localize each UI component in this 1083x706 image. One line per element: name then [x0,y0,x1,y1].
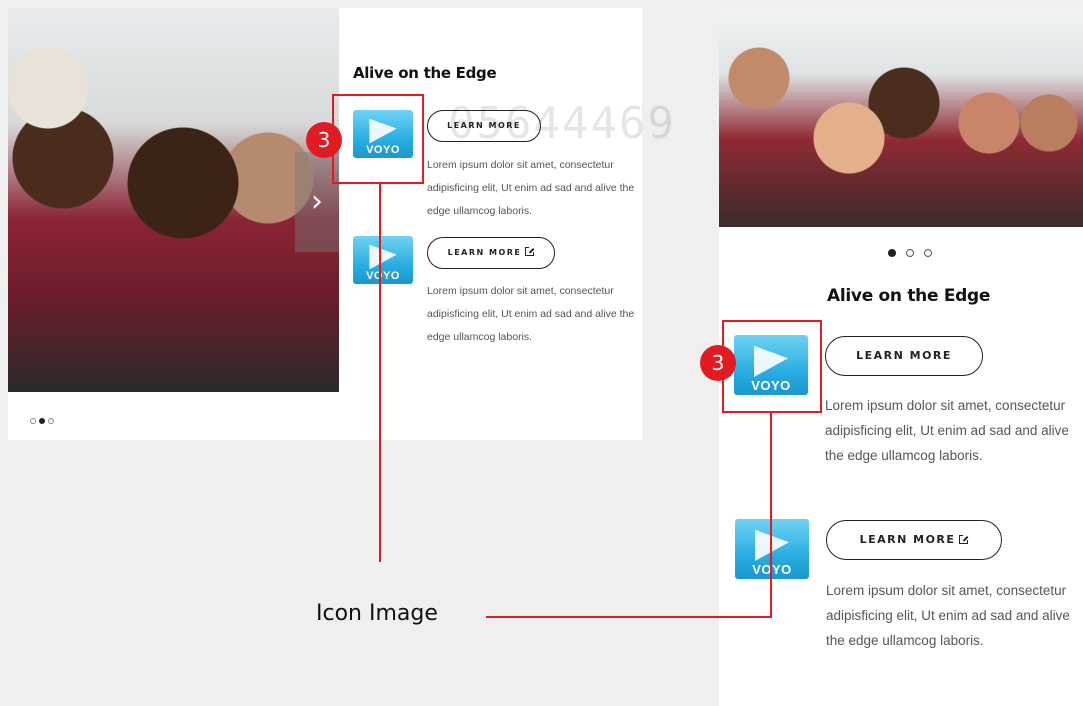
callout-connector-line [770,413,772,617]
carousel-dots-mobile [888,249,932,257]
item-description: Lorem ipsum dolor sit amet, consectetur … [427,285,635,343]
voyo-app-icon: VOYO [353,236,413,284]
hero-photo-mobile [719,8,1083,227]
watermark-text: 05644469 [448,98,676,149]
learn-more-label: LEARN MORE [859,533,956,546]
item-description: Lorem ipsum dolor sit amet, consectetur … [825,398,1069,463]
hero-photo-desktop [8,8,339,392]
external-link-icon [959,535,969,544]
item-description: Lorem ipsum dolor sit amet, consectetur … [427,159,635,217]
carousel-dot-1[interactable] [888,249,896,257]
learn-more-label: LEARN MORE [856,349,952,362]
carousel-dot-3[interactable] [924,249,932,257]
carousel-dot-1[interactable] [30,418,36,424]
section-title: Alive on the Edge [827,286,991,306]
highlight-box-mobile [722,320,822,413]
callout-label: Icon Image [316,601,438,626]
learn-more-button[interactable]: LEARN MORE [825,336,983,376]
voyo-app-icon: VOYO [735,519,809,579]
voyo-brand-text: VOYO [366,270,400,282]
learn-more-external-button[interactable]: LEARN MORE [826,520,1002,560]
learn-more-external-button[interactable]: LEARN MORE [427,237,555,269]
external-link-icon [525,247,535,256]
highlight-box-desktop [332,94,424,184]
voyo-brand-text: VOYO [735,562,809,577]
voyo-emblem-icon [369,244,397,270]
carousel-dot-2[interactable] [906,249,914,257]
annotation-badge: 3 [700,345,736,381]
callout-connector-line [379,184,381,562]
annotation-badge: 3 [306,122,342,158]
carousel-dot-3[interactable] [48,418,54,424]
section-title: Alive on the Edge [353,64,497,82]
carousel-dot-2[interactable] [39,418,45,424]
learn-more-label: LEARN MORE [447,248,522,257]
item-description: Lorem ipsum dolor sit amet, consectetur … [826,583,1070,648]
carousel-dots-desktop [30,418,54,424]
callout-connector-line [486,616,772,618]
voyo-emblem-icon [754,529,790,561]
desktop-view-panel: › Alive on the Edge VOYO LEARN MORE Lore… [8,8,642,440]
